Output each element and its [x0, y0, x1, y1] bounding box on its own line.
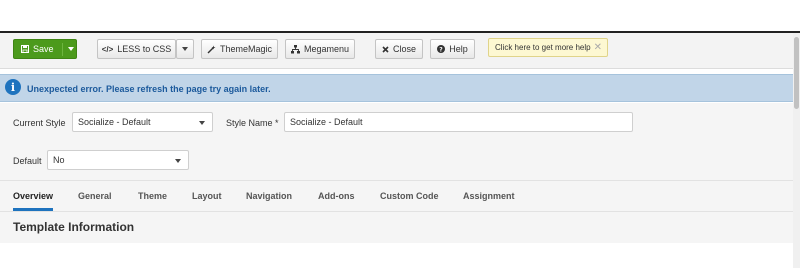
- chevron-down-icon: [175, 159, 181, 163]
- svg-text:?: ?: [439, 46, 443, 53]
- help-label: Help: [449, 44, 468, 54]
- help-tooltip: Click here to get more help ✕: [488, 38, 608, 57]
- megamenu-button[interactable]: Megamenu: [285, 39, 355, 59]
- magic-wand-icon: [207, 45, 216, 53]
- error-alert: i Unexpected error. Please refresh the p…: [0, 74, 793, 102]
- tab-theme[interactable]: Theme: [138, 191, 167, 201]
- info-icon: i: [5, 79, 21, 95]
- scrollbar-thumb[interactable]: [794, 37, 799, 109]
- save-icon: [21, 45, 29, 53]
- thememagic-label: ThemeMagic: [219, 44, 273, 54]
- tab-add-ons[interactable]: Add-ons: [318, 191, 355, 201]
- error-message: Unexpected error. Please refresh the pag…: [27, 84, 271, 94]
- tab-navigation[interactable]: Navigation: [246, 191, 292, 201]
- current-style-select[interactable]: Socialize - Default: [72, 112, 213, 132]
- save-dropdown-caret-icon[interactable]: [68, 47, 74, 51]
- default-select[interactable]: No: [47, 150, 189, 170]
- tooltip-close-icon[interactable]: ✕: [594, 42, 602, 53]
- default-label: Default: [13, 156, 42, 166]
- tab-overview[interactable]: Overview: [13, 191, 53, 201]
- less-dropdown-button[interactable]: [176, 39, 194, 59]
- style-name-input[interactable]: Socialize - Default: [284, 112, 633, 132]
- question-icon: ?: [437, 45, 446, 53]
- close-icon: [382, 45, 389, 53]
- toolbar: Save </> LESS to CSS ThemeMagic Megamenu…: [0, 33, 793, 88]
- current-style-label: Current Style: [13, 118, 66, 128]
- tab-general[interactable]: General: [78, 191, 112, 201]
- code-icon: </>: [101, 44, 114, 54]
- megamenu-label: Megamenu: [303, 44, 350, 54]
- settings-tabs: Overview General Theme Layout Navigation…: [0, 180, 793, 212]
- save-button[interactable]: Save: [13, 39, 77, 59]
- tab-layout[interactable]: Layout: [192, 191, 222, 201]
- less-to-css-button[interactable]: </> LESS to CSS: [97, 39, 176, 59]
- active-tab-indicator: [13, 208, 53, 211]
- help-button[interactable]: ? Help: [430, 39, 475, 59]
- content-area: [0, 243, 793, 268]
- less-to-css-label: LESS to CSS: [117, 44, 172, 54]
- section-title: Template Information: [13, 220, 135, 234]
- scrollbar[interactable]: [793, 33, 800, 268]
- tab-assignment[interactable]: Assignment: [463, 191, 515, 201]
- save-label: Save: [33, 44, 54, 54]
- close-button[interactable]: Close: [375, 39, 423, 59]
- sitemap-icon: [290, 44, 300, 53]
- help-tooltip-text: Click here to get more help: [495, 43, 591, 52]
- style-name-value: Socialize - Default: [290, 117, 363, 127]
- save-divider: [62, 43, 63, 56]
- close-label: Close: [392, 44, 416, 54]
- chevron-down-icon: [199, 121, 205, 125]
- current-style-value: Socialize - Default: [78, 117, 151, 127]
- style-name-label: Style Name *: [226, 118, 279, 128]
- thememagic-button[interactable]: ThemeMagic: [201, 39, 278, 59]
- chevron-down-icon: [182, 47, 188, 51]
- tab-custom-code[interactable]: Custom Code: [380, 191, 439, 201]
- default-value: No: [53, 155, 65, 165]
